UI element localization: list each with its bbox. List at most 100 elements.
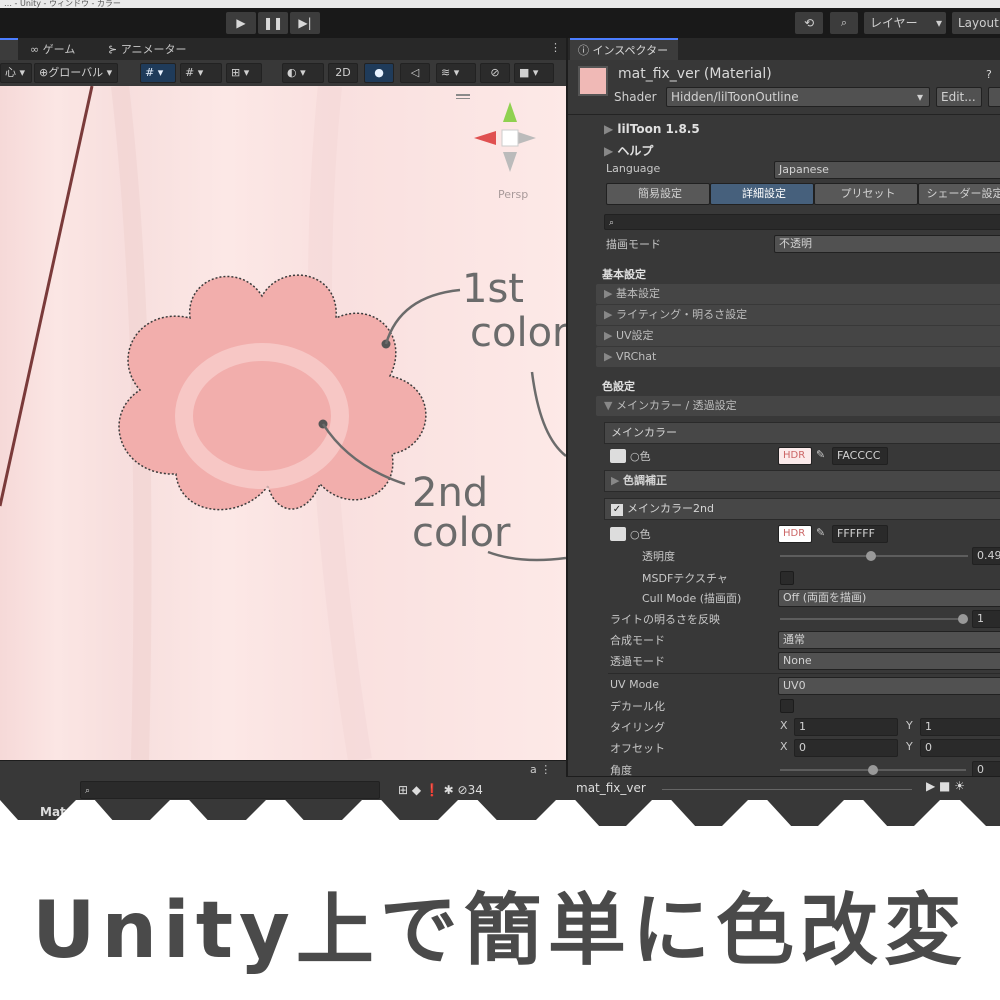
angle-slider-handle[interactable] [868, 765, 878, 775]
preview-name: mat_fix_ver [576, 781, 646, 795]
alpha-mode-dropdown[interactable]: None [778, 652, 1000, 670]
history-button[interactable]: ⟲ [795, 12, 823, 34]
tab-game[interactable]: ∞ ゲーム [30, 41, 75, 57]
offset-x-value: 0 [799, 741, 806, 754]
language-dropdown[interactable]: Japanese [774, 161, 1000, 179]
light-slider-handle[interactable] [958, 614, 968, 624]
render-mode-row: 描画モード 不透明 [568, 234, 1000, 254]
color2-swatch[interactable]: HDR [778, 525, 812, 543]
global-dropdown[interactable]: ⊕グローバル ▾ [34, 63, 118, 83]
step-button[interactable]: ▶| [290, 12, 320, 34]
help-icon[interactable]: ? [986, 68, 992, 81]
project-search-input[interactable]: ⌕ [80, 781, 380, 799]
grid-visibility-button[interactable]: # ▾ [180, 63, 222, 83]
tab-inspector[interactable]: ⓘ インスペクター [570, 38, 678, 60]
lock-icon[interactable]: a ⋮ [530, 763, 551, 776]
tiling-y-input[interactable]: 1 [920, 718, 1000, 736]
hidden-objects-toggle[interactable]: ⊘ [480, 63, 510, 83]
tab-simple-settings[interactable]: 簡易設定 [606, 183, 710, 205]
light-value-input[interactable]: 1 [972, 610, 1000, 628]
layers-dropdown[interactable]: レイヤー ▾ [864, 12, 946, 34]
fold-lighting[interactable]: ▶ ライティング・明るさ設定 [596, 305, 1000, 325]
msdf-row: MSDFテクスチャ [568, 568, 1000, 588]
eyedropper2-icon[interactable]: ✎ [816, 526, 825, 539]
texture2-thumbnail-icon[interactable] [610, 527, 626, 541]
tab-scene[interactable] [0, 38, 18, 60]
play-button[interactable]: ▶ [226, 12, 256, 34]
color2-hex-input[interactable]: FFFFFF [832, 525, 888, 543]
fold-vrchat[interactable]: ▶ VRChat [596, 347, 1000, 367]
opacity-value-input[interactable]: 0.49 [972, 547, 1000, 565]
main-color-hex-input[interactable]: FACCCC [832, 447, 888, 465]
main-color2-checkbox[interactable]: ✓ [611, 504, 623, 516]
decal-checkbox[interactable] [780, 699, 794, 713]
offset-x-input[interactable]: 0 [794, 739, 898, 757]
shader-edit-button[interactable]: Edit... [936, 87, 982, 107]
offset-y-label: Y [906, 740, 913, 753]
info-icon: ⓘ [578, 44, 593, 57]
caption-text: Unity上で簡単に色改変 [32, 886, 968, 976]
main-toolbar: ▶ ❚❚ ▶| ⟲ ⌕ レイヤー ▾ Layout [0, 8, 1000, 38]
fold-main-color[interactable]: ▼ メインカラー / 透過設定 [596, 396, 1000, 416]
chevron-right-icon: ▶ [604, 350, 616, 363]
lighting-toggle[interactable]: ● [364, 63, 394, 83]
liltoon-fold[interactable]: ▶ lilToon 1.8.5 [604, 122, 700, 136]
blend-value: 通常 [783, 633, 805, 646]
pause-icon: ❚❚ [262, 16, 284, 30]
msdf-checkbox[interactable] [780, 571, 794, 585]
offset-y-input[interactable]: 0 [920, 739, 1000, 757]
project-filter-icons[interactable]: ⊞ ◆ ❗ ✱ ⊘34 [398, 783, 483, 797]
color-adjust-fold[interactable]: ▶ 色調補正 [604, 470, 1000, 492]
camera-settings-button[interactable]: ■ ▾ [514, 63, 554, 83]
fold-uv[interactable]: ▶ UV設定 [596, 326, 1000, 346]
search-button[interactable]: ⌕ [830, 12, 858, 34]
shader-dropdown[interactable]: Hidden/lilToonOutline ▾ [666, 87, 930, 107]
chevron-down-icon: ▾ [916, 90, 923, 104]
blend-row: 合成モード 通常 [568, 630, 1000, 650]
pivot-label: 心 [5, 66, 16, 79]
chevron-right-icon: ▶ [604, 287, 616, 300]
draw-mode-button[interactable]: ◐ ▾ [282, 63, 324, 83]
shading-icon: ◐ [287, 66, 297, 79]
eyedropper-icon[interactable]: ✎ [816, 448, 825, 461]
play-icon: ▶ [236, 16, 246, 30]
chevron-down-icon: ▼ [604, 399, 616, 412]
more-menu-icon[interactable]: ⋮ [550, 41, 561, 54]
tiling-x-input[interactable]: 1 [794, 718, 898, 736]
alpha-mode-row: 透過モード None [568, 651, 1000, 671]
tab-animator[interactable]: ⊱ アニメーター [108, 41, 187, 57]
main-color-swatch[interactable]: HDR [778, 447, 812, 465]
divider [568, 114, 1000, 115]
property-search-input[interactable]: ⌕ [604, 214, 1000, 230]
mode-2d-button[interactable]: 2D [328, 63, 358, 83]
pause-button[interactable]: ❚❚ [258, 12, 288, 34]
tab-advanced-settings[interactable]: 詳細設定 [710, 183, 814, 205]
uv-mode-dropdown[interactable]: UV0 [778, 677, 1000, 695]
grid-snap-button[interactable]: # ▾ [140, 63, 176, 83]
help-fold[interactable]: ▶ ヘルプ [604, 142, 653, 159]
scene-gizmo[interactable] [474, 102, 536, 172]
cull-dropdown[interactable]: Off (両面を描画) [778, 589, 1000, 607]
tab-presets[interactable]: プリセット [814, 183, 918, 205]
audio-toggle[interactable]: ◁ [400, 63, 430, 83]
pivot-dropdown[interactable]: 心 ▾ [0, 63, 32, 83]
eye-slash-icon: ⊘ [490, 66, 500, 79]
opacity-slider-handle[interactable] [866, 551, 877, 561]
tab-inspector-label: インスペクター [592, 44, 669, 57]
fold-basic[interactable]: ▶ 基本設定 [596, 284, 1000, 304]
cull-row: Cull Mode (描画面) Off (両面を描画) [568, 588, 1000, 608]
annotation-1st-color: color [470, 310, 566, 356]
preview-controls[interactable]: ▶ ■ ☀ [926, 779, 965, 793]
main-color2-header-label: メインカラー2nd [627, 502, 714, 515]
shader-menu-button[interactable] [988, 87, 1000, 107]
chevron-down-icon: ▾ [935, 16, 942, 30]
tab-shader-settings[interactable]: シェーダー設定 [918, 183, 1000, 205]
texture-thumbnail-icon[interactable] [610, 449, 626, 463]
layout-dropdown[interactable]: Layout [952, 12, 1000, 34]
scene-view[interactable]: Persp 1st color 2nd color [0, 86, 566, 760]
render-mode-dropdown[interactable]: 不透明 [774, 235, 1000, 253]
effects-toggle[interactable]: ≋ ▾ [436, 63, 476, 83]
blend-dropdown[interactable]: 通常 [778, 631, 1000, 649]
light-slider-track[interactable] [780, 618, 966, 620]
increment-snap-button[interactable]: ⊞ ▾ [226, 63, 262, 83]
